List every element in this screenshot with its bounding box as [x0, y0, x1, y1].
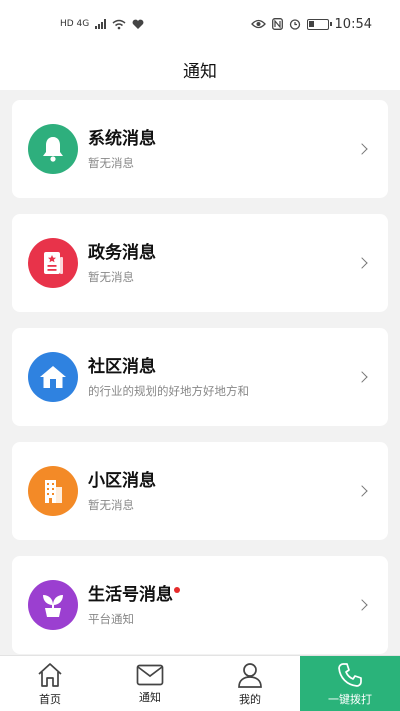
message-title-text: 生活号消息	[88, 584, 173, 605]
clock: 10:54	[334, 16, 372, 32]
mail-icon	[136, 664, 164, 685]
heart-icon	[132, 19, 144, 29]
message-text: 系统消息 暂无消息	[88, 128, 358, 171]
message-title: 系统消息	[88, 128, 156, 149]
message-text: 小区消息 暂无消息	[88, 470, 358, 513]
message-title: 生活号消息	[88, 584, 180, 606]
chevron-right-icon	[356, 143, 368, 155]
message-subtitle: 平台通知	[88, 611, 134, 626]
battery-icon	[306, 18, 332, 30]
message-item-system[interactable]: 系统消息 暂无消息	[12, 100, 388, 198]
tab-label: 通知	[139, 690, 161, 704]
tab-mine[interactable]: 我的	[200, 656, 300, 711]
chevron-right-icon	[356, 485, 368, 497]
message-title: 小区消息	[88, 470, 156, 491]
chevron-right-icon	[356, 371, 368, 383]
nfc-icon	[271, 18, 283, 30]
network-label: HD 4G	[60, 19, 90, 29]
nav-bar: 通知	[0, 48, 400, 90]
message-item-government[interactable]: 政务消息 暂无消息	[12, 214, 388, 312]
plant-icon	[28, 580, 78, 630]
building-icon	[28, 466, 78, 516]
message-text: 生活号消息 平台通知	[88, 584, 358, 627]
status-right: 10:54	[250, 16, 372, 32]
bottom-tabbar: 首页 通知 我的 一键拨打	[0, 655, 400, 711]
message-list: 系统消息 暂无消息 政务消息 暂无消息 社区消息 的行业的规划的好地方好地方和 …	[12, 100, 388, 670]
message-item-life[interactable]: 生活号消息 平台通知	[12, 556, 388, 654]
tab-one-key-call[interactable]: 一键拨打	[300, 656, 400, 711]
bell-icon	[28, 124, 78, 174]
chevron-right-icon	[356, 599, 368, 611]
tab-notifications[interactable]: 通知	[100, 656, 200, 711]
tab-label: 我的	[239, 692, 261, 706]
home-icon	[28, 352, 78, 402]
status-indicators: HD 4G	[60, 19, 144, 30]
phone-icon	[338, 662, 362, 687]
chevron-right-icon	[356, 257, 368, 269]
message-subtitle: 暂无消息	[88, 497, 134, 512]
message-subtitle: 暂无消息	[88, 269, 134, 284]
eye-icon	[250, 19, 266, 29]
message-item-estate[interactable]: 小区消息 暂无消息	[12, 442, 388, 540]
home-outline-icon	[38, 662, 62, 687]
tab-label: 首页	[39, 692, 61, 706]
message-text: 政务消息 暂无消息	[88, 242, 358, 285]
document-icon	[28, 238, 78, 288]
message-text: 社区消息 的行业的规划的好地方好地方和	[88, 356, 358, 399]
status-bar: HD 4G 10:54	[0, 0, 400, 48]
unread-dot	[174, 586, 180, 593]
user-icon	[238, 662, 262, 688]
message-title: 社区消息	[88, 356, 156, 377]
signal-icon	[95, 19, 107, 29]
tab-home[interactable]: 首页	[0, 656, 100, 711]
message-subtitle: 的行业的规划的好地方好地方和	[88, 383, 249, 398]
wifi-icon	[112, 19, 126, 29]
alarm-icon	[289, 19, 300, 30]
page-title: 通知	[183, 61, 217, 82]
message-subtitle: 暂无消息	[88, 155, 134, 170]
message-item-community[interactable]: 社区消息 的行业的规划的好地方好地方和	[12, 328, 388, 426]
tab-label: 一键拨打	[328, 692, 372, 706]
message-title: 政务消息	[88, 242, 156, 263]
